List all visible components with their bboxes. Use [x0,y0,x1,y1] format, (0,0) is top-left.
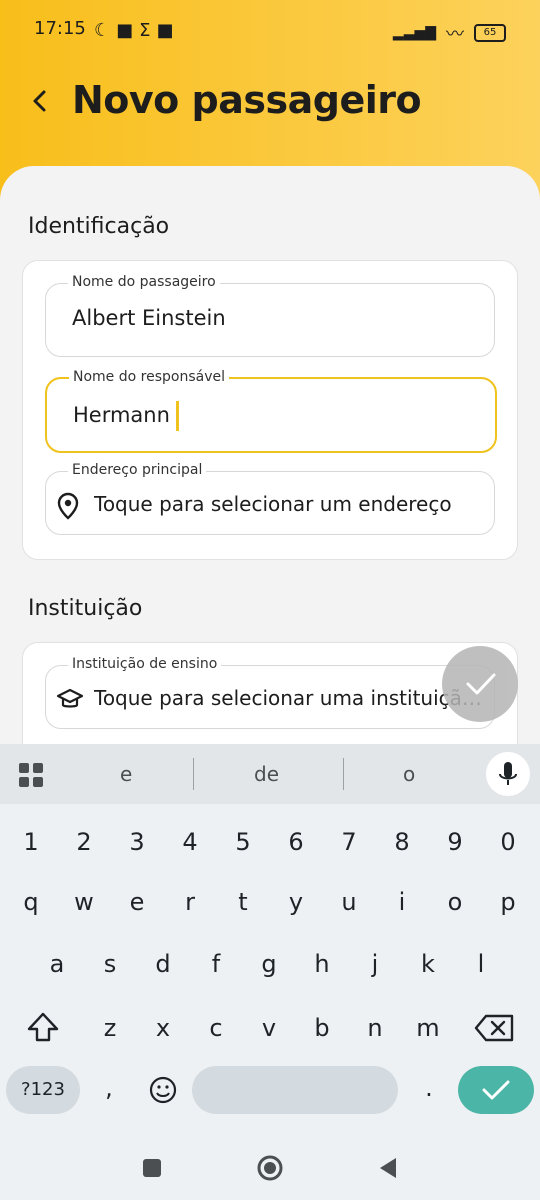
key-1[interactable]: 1 [6,820,56,864]
nome-responsavel-field[interactable]: Nome do responsável Hermann [45,369,497,453]
apps-grid-icon[interactable] [18,762,44,788]
instituicao-field[interactable]: Instituição de ensino Toque para selecio… [45,656,495,729]
key-9[interactable]: 9 [430,820,480,864]
keyboard-row-3: z x c v b n m [0,1006,540,1050]
signal-icon: ▂▃▅▇ [392,25,436,41]
key-r[interactable]: r [165,880,215,924]
app-icon: Σ [139,20,151,41]
key-o[interactable]: o [430,880,480,924]
key-v[interactable]: v [244,1006,294,1050]
suggestion-2[interactable]: de [254,762,279,786]
endereco-placeholder: Toque para selecionar um endereço [94,492,452,516]
key-j[interactable]: j [350,942,400,986]
nome-responsavel-value: Hermann [73,401,179,431]
instituicao-placeholder: Toque para selecionar uma instituição de… [94,686,484,710]
suggestion-3[interactable]: o [403,762,415,786]
check-icon [466,673,496,695]
key-m[interactable]: m [403,1006,453,1050]
key-w[interactable]: w [59,880,109,924]
key-x[interactable]: x [138,1006,188,1050]
space-bar[interactable] [192,1066,398,1114]
graduation-cap-icon [56,688,84,708]
recents-square-icon[interactable] [138,1154,166,1182]
key-5[interactable]: 5 [218,820,268,864]
status-system-icons: ▂▃▅▇ 〰 65 [393,20,506,46]
key-l[interactable]: l [456,942,506,986]
save-fab-button[interactable] [442,646,518,722]
suggestion-divider [343,758,344,790]
video-icon: ■ [116,20,134,41]
status-notification-icons: ☾ ■ Σ ■ [94,20,174,41]
home-circle-icon[interactable] [256,1154,284,1182]
endereco-label: Endereço principal [68,462,207,478]
key-p[interactable]: p [483,880,533,924]
key-u[interactable]: u [324,880,374,924]
key-period[interactable]: . [404,1066,454,1110]
nome-passageiro-label: Nome do passageiro [68,274,220,290]
microphone-icon [499,762,517,785]
key-2[interactable]: 2 [59,820,109,864]
keyboard-row-1: q w e r t y u i o p [0,880,540,924]
page-title: Novo passageiro [72,78,422,122]
status-bar: 17:15 ☾ ■ Σ ■ ▂▃▅▇ 〰 65 [34,18,506,46]
symbols-key[interactable]: ?123 [6,1066,80,1114]
wifi-icon: 〰 [446,24,464,45]
battery-icon: 65 [474,24,506,42]
key-d[interactable]: d [138,942,188,986]
nome-passageiro-value: Albert Einstein [72,306,226,330]
key-t[interactable]: t [218,880,268,924]
back-arrow-icon[interactable] [26,86,56,116]
key-h[interactable]: h [297,942,347,986]
key-c[interactable]: c [191,1006,241,1050]
video-icon: ■ [156,20,174,41]
suggestion-strip: e de o [0,744,540,804]
key-f[interactable]: f [191,942,241,986]
nome-responsavel-label: Nome do responsável [69,369,229,385]
nome-passageiro-field[interactable]: Nome do passageiro Albert Einstein [45,274,495,357]
key-i[interactable]: i [377,880,427,924]
key-a[interactable]: a [32,942,82,986]
enter-key[interactable] [458,1066,534,1114]
key-e[interactable]: e [112,880,162,924]
keyboard-row-numbers: 1 2 3 4 5 6 7 8 9 0 [0,820,540,864]
suggestion-1[interactable]: e [120,762,132,786]
key-0[interactable]: 0 [483,820,533,864]
key-n[interactable]: n [350,1006,400,1050]
key-6[interactable]: 6 [271,820,321,864]
section-title-instituicao: Instituição [28,596,143,621]
key-8[interactable]: 8 [377,820,427,864]
text-cursor [175,401,179,431]
key-7[interactable]: 7 [324,820,374,864]
section-title-identificacao: Identificação [28,214,170,239]
check-icon [482,1080,510,1100]
status-time: 17:15 [34,18,86,39]
key-3[interactable]: 3 [112,820,162,864]
microphone-button[interactable] [486,752,530,796]
system-navigation-bar [0,1136,540,1200]
on-screen-keyboard: e de o 1 2 3 4 5 6 7 8 9 0 q w e r t y u… [0,744,540,1200]
key-s[interactable]: s [85,942,135,986]
key-q[interactable]: q [6,880,56,924]
key-g[interactable]: g [244,942,294,986]
back-triangle-icon[interactable] [374,1154,402,1182]
key-y[interactable]: y [271,880,321,924]
identificacao-card: Nome do passageiro Albert Einstein Nome … [22,260,518,560]
instituicao-label: Instituição de ensino [68,656,222,672]
key-k[interactable]: k [403,942,453,986]
endereco-field[interactable]: Endereço principal Toque para selecionar… [45,462,495,535]
keyboard-row-2: a s d f g h j k l [0,942,540,986]
moon-icon: ☾ [94,20,111,41]
emoji-icon[interactable] [138,1068,188,1112]
key-4[interactable]: 4 [165,820,215,864]
shift-icon[interactable] [18,1006,68,1050]
key-comma[interactable]: , [84,1066,134,1110]
backspace-icon[interactable] [470,1006,520,1050]
key-z[interactable]: z [85,1006,135,1050]
suggestion-divider [193,758,194,790]
location-pin-icon [57,492,79,520]
key-b[interactable]: b [297,1006,347,1050]
keyboard-row-bottom: ?123 , . [0,1066,540,1114]
